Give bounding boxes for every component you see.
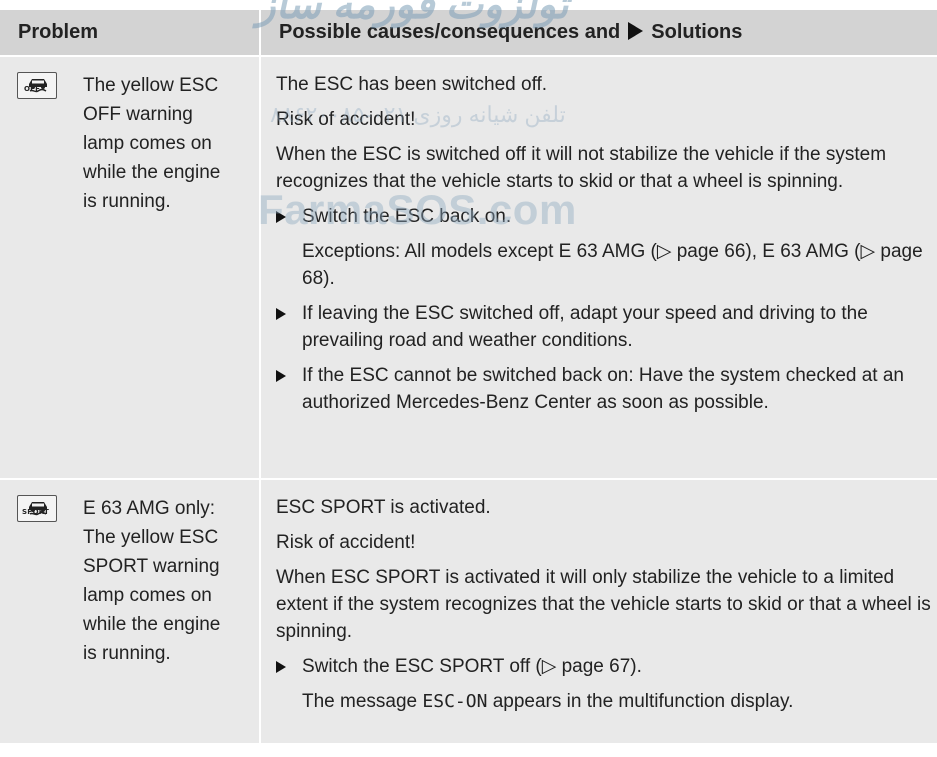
problem-line: while the engine [83,614,221,635]
risk-text: Risk of accident! [276,532,416,553]
manual-page: تولزوت فورمه ساز تلفن شیانه روزی ۰۲۱-۸۸۶… [0,0,937,743]
consequence-text: When ESC SPORT is activated it will only… [276,567,931,642]
message-prefix: The message [302,691,423,712]
solution-content: ESC SPORT is activated. Risk of accident… [261,480,937,727]
consequence-text: When the ESC is switched off it will not… [276,144,887,192]
table-row: OFF The yellow ESC OFF warning lamp come… [0,55,937,479]
table-header: Problem Possible causes/consequences and… [0,10,937,57]
problem-cell: OFF The yellow ESC OFF warning lamp come… [0,55,261,479]
display-message-code: ESC-ON [422,691,488,712]
solution-cell: ESC SPORT is activated. Risk of accident… [260,478,937,743]
message-suffix: appears in the multifunction display. [487,691,794,712]
causes-column-header: Possible causes/consequences and Solution… [260,10,937,57]
problem-line: SPORT warning [83,556,220,577]
bullet-arrow-icon [276,308,286,320]
header-row: Problem Possible causes/consequences and… [0,10,937,57]
problem-line: is running. [83,191,171,212]
table-body: OFF The yellow ESC OFF warning lamp come… [0,55,937,743]
solution-step-text: Switch the ESC back on. [302,206,512,227]
solution-step-text: Switch the ESC SPORT off (▷ page 67). [302,656,642,677]
table-row: SPORT E 63 AMG only: The yellow ESC SPOR… [0,478,937,743]
play-arrow-icon [628,22,644,40]
problem-content: OFF The yellow ESC OFF warning lamp come… [0,57,259,492]
solution-step: If leaving the ESC switched off, adapt y… [276,300,937,354]
bullet-arrow-icon [276,661,286,673]
solution-step: Switch the ESC SPORT off (▷ page 67). Th… [276,653,937,715]
causes-header-left: Possible causes/consequences and [279,21,621,43]
problem-line: is running. [83,643,171,664]
solution-step: If the ESC cannot be switched back on: H… [276,362,937,416]
problem-column-header: Problem [0,10,261,57]
cause-text: ESC SPORT is activated. [276,497,491,518]
problem-line: lamp comes on [83,133,212,154]
problem-line: while the engine [83,162,221,183]
risk-text: Risk of accident! [276,109,416,130]
bullet-arrow-icon [276,211,286,223]
solution-step-subtext: The message ESC-ON appears in the multif… [302,688,937,715]
esc-off-icon: OFF [17,72,57,99]
solution-step-subtext: Exceptions: All models except E 63 AMG (… [302,241,923,289]
solution-step: Switch the ESC back on. Exceptions: All … [276,203,937,292]
problem-description: The yellow ESC OFF warning lamp comes on… [83,71,257,216]
problem-line: The yellow ESC [83,75,219,96]
problem-description: E 63 AMG only: The yellow ESC SPORT warn… [83,494,257,668]
troubleshooting-table: Problem Possible causes/consequences and… [0,10,937,743]
solution-cell: The ESC has been switched off. Risk of a… [260,55,937,479]
solution-content: The ESC has been switched off. Risk of a… [261,57,937,428]
problem-cell: SPORT E 63 AMG only: The yellow ESC SPOR… [0,478,261,743]
problem-content: SPORT E 63 AMG only: The yellow ESC SPOR… [0,480,259,757]
solution-step-text: If the ESC cannot be switched back on: H… [302,365,904,413]
bullet-arrow-icon [276,370,286,382]
problem-line: lamp comes on [83,585,212,606]
problem-line: OFF warning [83,104,193,125]
esc-sport-icon: SPORT [17,495,57,522]
problem-line: The yellow ESC [83,527,219,548]
esc-sport-icon-label: SPORT [22,508,49,516]
esc-off-icon-label: OFF [24,85,41,93]
solution-step-text: If leaving the ESC switched off, adapt y… [302,303,868,351]
cause-text: The ESC has been switched off. [276,74,548,95]
problem-line: E 63 AMG only: [83,498,216,519]
causes-header-right: Solutions [651,21,743,43]
